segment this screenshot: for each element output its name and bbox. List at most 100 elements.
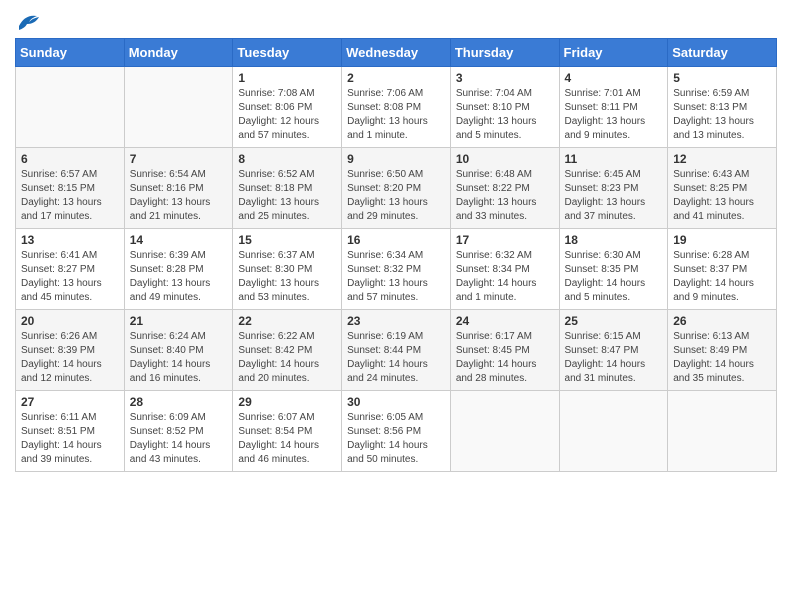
day-number: 21: [130, 314, 228, 328]
day-info: Sunrise: 6:07 AM Sunset: 8:54 PM Dayligh…: [238, 411, 336, 467]
calendar-cell: 4Sunrise: 7:01 AM Sunset: 8:11 PM Daylig…: [559, 67, 668, 148]
calendar-cell: 18 Sunrise: 6:30 AM Sunset: 8:35 PM Dayli…: [559, 229, 668, 310]
day-number: 14: [130, 233, 228, 247]
calendar-cell: 27 Sunrise: 6:11 AM Sunset: 8:51 PM Dayli…: [16, 391, 125, 472]
day-number: 16: [347, 233, 445, 247]
day-info: Sunrise: 7:08 AM Sunset: 8:06 PM Dayligh…: [238, 87, 336, 143]
calendar-cell: 1 Sunrise: 7:08 AM Sunset: 8:06 PM Daylig…: [233, 67, 342, 148]
day-number: 27: [21, 395, 119, 409]
page-header: [15, 10, 777, 30]
day-info: Sunrise: 6:34 AM Sunset: 8:32 PM Dayligh…: [347, 249, 445, 305]
calendar-cell: 12 Sunrise: 6:43 AM Sunset: 8:25 PM Dayli…: [668, 148, 777, 229]
day-info: Sunrise: 6:52 AM Sunset: 8:18 PM Dayligh…: [238, 168, 336, 224]
day-info: Sunrise: 6:59 AM Sunset: 8:13 PM Dayligh…: [673, 87, 771, 143]
day-info: Sunrise: 6:39 AM Sunset: 8:28 PM Dayligh…: [130, 249, 228, 305]
calendar-cell: 26Sunrise: 6:13 AM Sunset: 8:49 PM Dayli…: [668, 310, 777, 391]
col-friday: Friday: [559, 39, 668, 67]
calendar-cell: 17Sunrise: 6:32 AM Sunset: 8:34 PM Dayli…: [450, 229, 559, 310]
day-number: 1: [238, 71, 336, 85]
calendar-cell: [450, 391, 559, 472]
day-number: 12: [673, 152, 771, 166]
day-number: 15: [238, 233, 336, 247]
calendar-cell: 5 Sunrise: 6:59 AM Sunset: 8:13 PM Daylig…: [668, 67, 777, 148]
calendar-week-5: 27 Sunrise: 6:11 AM Sunset: 8:51 PM Dayli…: [16, 391, 777, 472]
calendar-cell: 11Sunrise: 6:45 AM Sunset: 8:23 PM Dayli…: [559, 148, 668, 229]
calendar-cell: 7 Sunrise: 6:54 AM Sunset: 8:16 PM Daylig…: [124, 148, 233, 229]
day-info: Sunrise: 7:06 AM Sunset: 8:08 PM Dayligh…: [347, 87, 445, 143]
day-info: Sunrise: 6:22 AM Sunset: 8:42 PM Dayligh…: [238, 330, 336, 386]
calendar-cell: [124, 67, 233, 148]
day-info: Sunrise: 6:32 AM Sunset: 8:34 PM Dayligh…: [456, 249, 554, 305]
day-info: Sunrise: 6:57 AM Sunset: 8:15 PM Dayligh…: [21, 168, 119, 224]
calendar-cell: 19 Sunrise: 6:28 AM Sunset: 8:37 PM Dayli…: [668, 229, 777, 310]
day-number: 19: [673, 233, 771, 247]
day-number: 11: [565, 152, 663, 166]
col-saturday: Saturday: [668, 39, 777, 67]
calendar-cell: 13 Sunrise: 6:41 AM Sunset: 8:27 PM Dayli…: [16, 229, 125, 310]
calendar-cell: 15 Sunrise: 6:37 AM Sunset: 8:30 PM Dayli…: [233, 229, 342, 310]
day-number: 18: [565, 233, 663, 247]
day-number: 10: [456, 152, 554, 166]
logo: [15, 10, 39, 30]
calendar-week-1: 1 Sunrise: 7:08 AM Sunset: 8:06 PM Daylig…: [16, 67, 777, 148]
day-number: 28: [130, 395, 228, 409]
calendar-cell: 22 Sunrise: 6:22 AM Sunset: 8:42 PM Dayli…: [233, 310, 342, 391]
day-info: Sunrise: 6:17 AM Sunset: 8:45 PM Dayligh…: [456, 330, 554, 386]
day-number: 20: [21, 314, 119, 328]
calendar-cell: 29 Sunrise: 6:07 AM Sunset: 8:54 PM Dayli…: [233, 391, 342, 472]
calendar-week-2: 6 Sunrise: 6:57 AM Sunset: 8:15 PM Daylig…: [16, 148, 777, 229]
calendar-cell: 16 Sunrise: 6:34 AM Sunset: 8:32 PM Dayli…: [342, 229, 451, 310]
day-info: Sunrise: 6:24 AM Sunset: 8:40 PM Dayligh…: [130, 330, 228, 386]
day-number: 25: [565, 314, 663, 328]
day-number: 26: [673, 314, 771, 328]
day-number: 6: [21, 152, 119, 166]
calendar-cell: 25Sunrise: 6:15 AM Sunset: 8:47 PM Dayli…: [559, 310, 668, 391]
day-info: Sunrise: 6:05 AM Sunset: 8:56 PM Dayligh…: [347, 411, 445, 467]
col-monday: Monday: [124, 39, 233, 67]
day-number: 2: [347, 71, 445, 85]
day-number: 30: [347, 395, 445, 409]
day-number: 7: [130, 152, 228, 166]
day-info: Sunrise: 6:37 AM Sunset: 8:30 PM Dayligh…: [238, 249, 336, 305]
day-number: 23: [347, 314, 445, 328]
day-info: Sunrise: 7:04 AM Sunset: 8:10 PM Dayligh…: [456, 87, 554, 143]
day-number: 5: [673, 71, 771, 85]
col-sunday: Sunday: [16, 39, 125, 67]
calendar-cell: 9 Sunrise: 6:50 AM Sunset: 8:20 PM Daylig…: [342, 148, 451, 229]
calendar-cell: 23 Sunrise: 6:19 AM Sunset: 8:44 PM Dayli…: [342, 310, 451, 391]
day-number: 13: [21, 233, 119, 247]
day-info: Sunrise: 6:54 AM Sunset: 8:16 PM Dayligh…: [130, 168, 228, 224]
col-thursday: Thursday: [450, 39, 559, 67]
day-number: 29: [238, 395, 336, 409]
day-info: Sunrise: 6:50 AM Sunset: 8:20 PM Dayligh…: [347, 168, 445, 224]
calendar-cell: 14 Sunrise: 6:39 AM Sunset: 8:28 PM Dayli…: [124, 229, 233, 310]
calendar-cell: 21 Sunrise: 6:24 AM Sunset: 8:40 PM Dayli…: [124, 310, 233, 391]
day-info: Sunrise: 6:09 AM Sunset: 8:52 PM Dayligh…: [130, 411, 228, 467]
logo-bird-icon: [17, 12, 39, 30]
calendar-cell: 8Sunrise: 6:52 AM Sunset: 8:18 PM Daylig…: [233, 148, 342, 229]
calendar-cell: 3 Sunrise: 7:04 AM Sunset: 8:10 PM Daylig…: [450, 67, 559, 148]
calendar-cell: [559, 391, 668, 472]
calendar-header-row: Sunday Monday Tuesday Wednesday Thursday…: [16, 39, 777, 67]
calendar-table: Sunday Monday Tuesday Wednesday Thursday…: [15, 38, 777, 472]
calendar-week-3: 13 Sunrise: 6:41 AM Sunset: 8:27 PM Dayli…: [16, 229, 777, 310]
day-number: 22: [238, 314, 336, 328]
day-info: Sunrise: 6:28 AM Sunset: 8:37 PM Dayligh…: [673, 249, 771, 305]
day-info: Sunrise: 6:30 AM Sunset: 8:35 PM Dayligh…: [565, 249, 663, 305]
calendar-cell: 30 Sunrise: 6:05 AM Sunset: 8:56 PM Dayli…: [342, 391, 451, 472]
day-info: Sunrise: 6:11 AM Sunset: 8:51 PM Dayligh…: [21, 411, 119, 467]
day-number: 9: [347, 152, 445, 166]
day-info: Sunrise: 6:19 AM Sunset: 8:44 PM Dayligh…: [347, 330, 445, 386]
day-number: 24: [456, 314, 554, 328]
day-number: 3: [456, 71, 554, 85]
day-info: Sunrise: 6:43 AM Sunset: 8:25 PM Dayligh…: [673, 168, 771, 224]
calendar-cell: [668, 391, 777, 472]
calendar-cell: [16, 67, 125, 148]
calendar-cell: 10Sunrise: 6:48 AM Sunset: 8:22 PM Dayli…: [450, 148, 559, 229]
col-wednesday: Wednesday: [342, 39, 451, 67]
calendar-cell: 2 Sunrise: 7:06 AM Sunset: 8:08 PM Daylig…: [342, 67, 451, 148]
day-info: Sunrise: 6:26 AM Sunset: 8:39 PM Dayligh…: [21, 330, 119, 386]
col-tuesday: Tuesday: [233, 39, 342, 67]
calendar-cell: 28 Sunrise: 6:09 AM Sunset: 8:52 PM Dayli…: [124, 391, 233, 472]
day-info: Sunrise: 6:41 AM Sunset: 8:27 PM Dayligh…: [21, 249, 119, 305]
